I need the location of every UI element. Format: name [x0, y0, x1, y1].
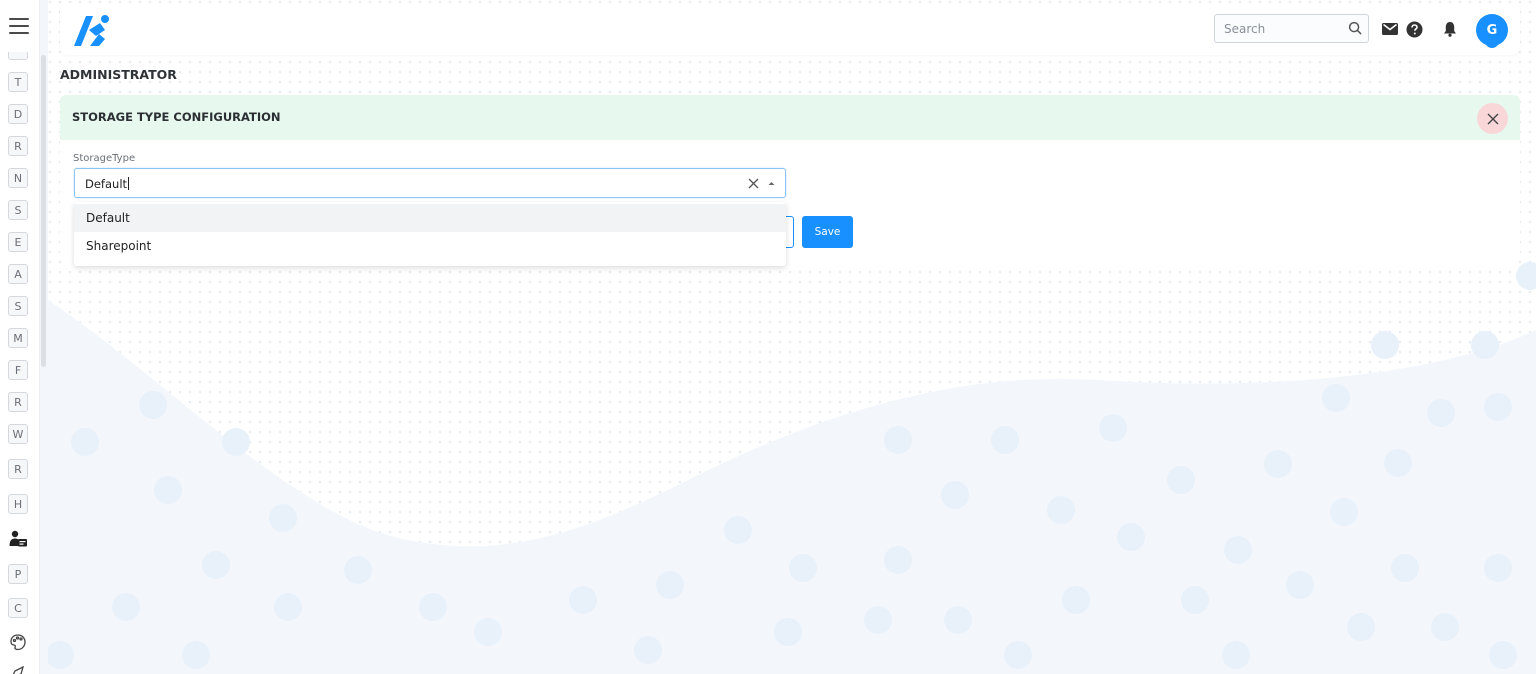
help-icon[interactable] — [1405, 20, 1423, 38]
avatar[interactable]: G — [1476, 14, 1508, 46]
search-icon[interactable] — [1348, 21, 1363, 36]
save-button[interactable]: Save — [802, 216, 853, 248]
close-button[interactable] — [1477, 103, 1508, 134]
chevron-up-icon[interactable] — [767, 179, 776, 188]
rail-item-t[interactable]: T — [8, 72, 28, 92]
rail-item-s[interactable]: S — [8, 200, 28, 220]
rail-item-p[interactable]: P — [8, 564, 28, 584]
clear-icon[interactable] — [747, 177, 760, 190]
rail-item-c[interactable]: C — [8, 598, 28, 618]
app-logo[interactable] — [72, 12, 114, 48]
user-card-icon[interactable] — [8, 529, 28, 549]
page-title: ADMINISTRATOR — [60, 67, 177, 82]
rail-item-a[interactable]: A — [8, 264, 28, 284]
rocket-icon[interactable] — [8, 662, 28, 674]
close-icon — [1487, 113, 1498, 124]
rail-item-d[interactable]: D — [8, 104, 28, 124]
rail-item-n[interactable]: N — [8, 168, 28, 188]
storage-type-label: StorageType — [73, 153, 136, 164]
rail-item-w[interactable]: W — [8, 424, 28, 444]
rail-item-f[interactable]: F — [8, 360, 28, 380]
bell-icon[interactable] — [1441, 20, 1459, 38]
search-box[interactable] — [1214, 14, 1369, 43]
storage-type-value[interactable]: Default — [85, 177, 130, 191]
card-header: STORAGE TYPE CONFIGURATION — [60, 95, 1520, 140]
rail-item-r3[interactable]: R — [8, 459, 28, 479]
left-rail: T D R N S E A S M F R W R H P C — [0, 0, 40, 674]
rail-item-r2[interactable]: R — [8, 392, 28, 412]
option-sharepoint[interactable]: Sharepoint — [74, 232, 786, 260]
storage-type-select[interactable]: Default — [74, 168, 786, 198]
storage-type-dropdown: Default Sharepoint — [74, 202, 786, 266]
rail-item-s2[interactable]: S — [8, 296, 28, 316]
search-input[interactable] — [1215, 15, 1343, 42]
rail-item-m[interactable]: M — [8, 328, 28, 348]
palette-icon[interactable] — [8, 632, 28, 652]
rail-scrollbar[interactable] — [41, 55, 46, 367]
option-default[interactable]: Default — [74, 204, 786, 232]
rail-item-partial[interactable] — [8, 52, 28, 60]
storage-config-card: STORAGE TYPE CONFIGURATION StorageType D… — [60, 95, 1520, 266]
mail-icon[interactable] — [1381, 20, 1399, 38]
rail-item-h[interactable]: H — [8, 494, 28, 514]
card-title: STORAGE TYPE CONFIGURATION — [72, 110, 281, 124]
hamburger-menu-icon[interactable] — [9, 18, 29, 34]
rail-item-r[interactable]: R — [8, 136, 28, 156]
rail-item-e[interactable]: E — [8, 232, 28, 252]
top-bar: G — [60, 3, 1520, 55]
